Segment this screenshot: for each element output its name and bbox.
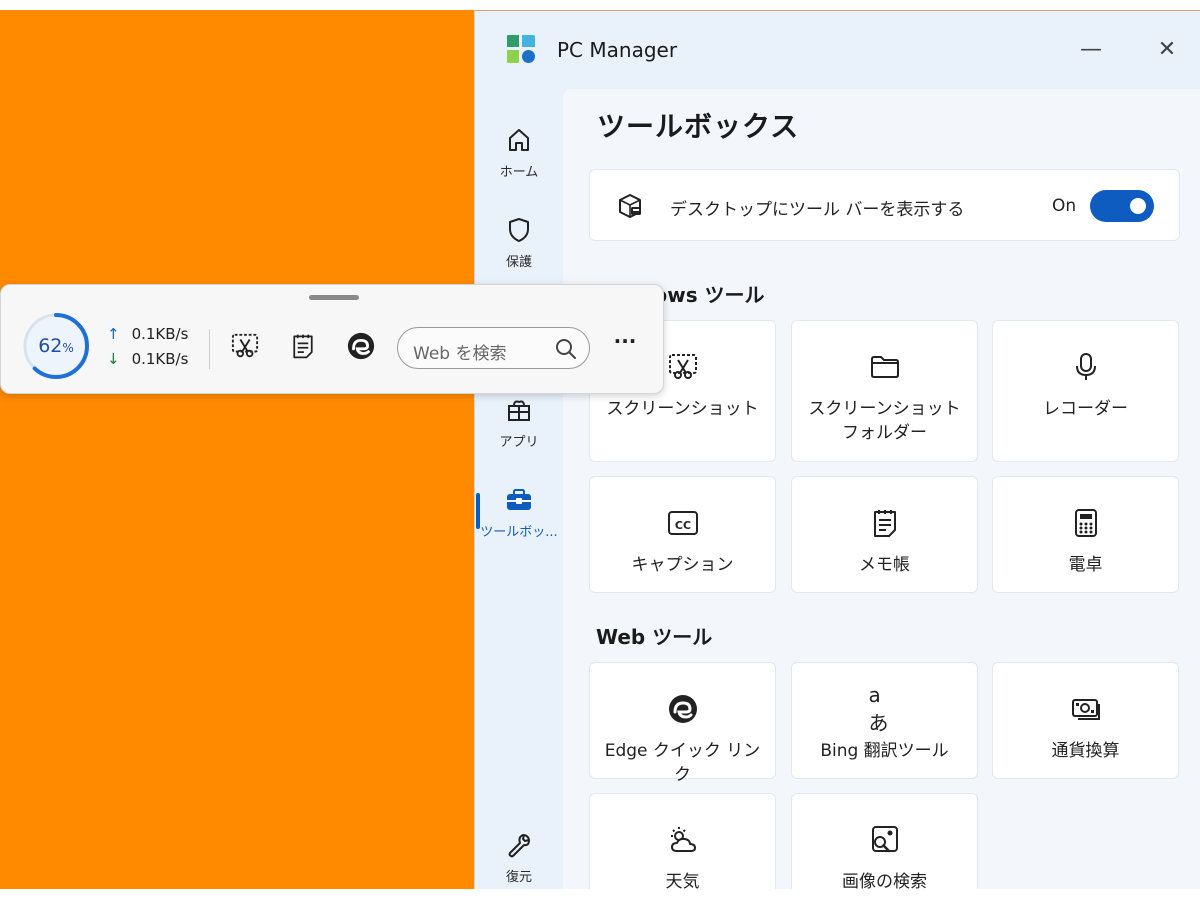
drag-handle[interactable]: [309, 295, 359, 300]
web-search-input[interactable]: Web を検索: [397, 327, 590, 369]
pc-manager-window: PC Manager — ✕ ホーム 保護 アプリ ツールボッ... 復元 ツー…: [474, 10, 1200, 889]
tool-label: レコーダー: [1043, 399, 1128, 419]
tool-label: メモ帳: [859, 555, 910, 575]
show-toolbar-label: デスクトップにツール バーを表示する: [670, 200, 965, 220]
upload-speed: ↑ 0.1KB/s: [107, 325, 189, 343]
tool-recorder[interactable]: レコーダー: [992, 320, 1179, 462]
web-tools-heading: Web ツール: [596, 625, 713, 649]
sidebar-nav: ホーム 保護 アプリ ツールボッ... 復元: [475, 89, 563, 889]
tool-label: 画像の検索: [842, 872, 927, 889]
pc-manager-logo-icon: [505, 33, 537, 65]
arrow-down-icon: ↓: [107, 350, 120, 368]
sidebar-item-apps[interactable]: アプリ: [475, 389, 563, 469]
search-placeholder: Web を検索: [413, 344, 507, 364]
edge-icon: [667, 693, 699, 725]
apps-icon: [504, 395, 534, 425]
tool-edge-quick-links[interactable]: Edge クイック リンク: [589, 662, 776, 785]
edge-icon: [347, 332, 375, 360]
toggle-state-text: On: [1052, 196, 1077, 216]
arrow-up-icon: ↑: [107, 325, 120, 343]
weather-icon: [667, 824, 699, 856]
sidebar-item-restore[interactable]: 復元: [475, 824, 563, 889]
show-toolbar-card: デスクトップにツール バーを表示する On: [589, 169, 1180, 241]
svg-text:CC: CC: [674, 519, 690, 532]
tool-label: Bing 翻訳ツール: [820, 741, 949, 761]
more-options-button[interactable]: ···: [609, 329, 641, 359]
sidebar-item-label: ツールボッ...: [480, 525, 558, 540]
sidebar-item-label: ホーム: [499, 165, 539, 180]
shield-icon: [504, 215, 534, 245]
download-speed: ↓ 0.1KB/s: [107, 350, 189, 368]
tool-calculator[interactable]: 電卓: [992, 476, 1179, 593]
toolbox-icon: [504, 485, 534, 515]
tool-label: 天気: [665, 872, 700, 889]
tool-label: 電卓: [1068, 555, 1103, 575]
screen-bottom-margin: [0, 889, 1200, 900]
close-button[interactable]: ✕: [1147, 31, 1187, 67]
tool-caption[interactable]: CC キャプション: [589, 476, 776, 593]
tool-bing-translator[interactable]: aあ Bing 翻訳ツール: [791, 662, 978, 779]
notepad-icon: [293, 334, 313, 359]
toolbar-divider: [209, 329, 210, 369]
sidebar-item-label: アプリ: [499, 435, 539, 450]
tool-image-search[interactable]: 画像の検索: [791, 793, 978, 889]
toolbar-screenshot-button[interactable]: [229, 330, 261, 362]
minimize-button[interactable]: —: [1071, 31, 1111, 67]
tool-label: スクリーンショット フォルダー: [808, 399, 961, 443]
notepad-icon: [869, 507, 901, 539]
microphone-icon: [1070, 351, 1102, 383]
folder-icon: [869, 351, 901, 383]
toolbar-edge-button[interactable]: [345, 330, 377, 362]
show-toolbar-toggle[interactable]: [1090, 190, 1154, 222]
tool-notepad[interactable]: メモ帳: [791, 476, 978, 593]
calculator-icon: [1070, 507, 1102, 539]
tool-label: スクリーンショット: [606, 399, 759, 419]
toggle-knob: [1130, 198, 1146, 214]
caption-icon: CC: [667, 507, 699, 539]
screen-top-margin: [0, 0, 1200, 10]
translate-icon: aあ: [868, 682, 889, 735]
tool-weather[interactable]: 天気: [589, 793, 776, 889]
currency-icon: [1070, 693, 1102, 725]
screenshot-icon: [231, 333, 259, 358]
title-bar[interactable]: PC Manager — ✕: [475, 11, 1200, 89]
wrench-icon: [504, 830, 534, 860]
tool-label: キャプション: [631, 555, 734, 575]
main-content: ツールボックス デスクトップにツール バーを表示する On Windows ツー…: [563, 89, 1200, 889]
sidebar-item-home[interactable]: ホーム: [475, 119, 563, 199]
sidebar-item-toolbox[interactable]: ツールボッ...: [475, 479, 563, 559]
app-title: PC Manager: [557, 38, 678, 62]
tool-label: Edge クイック リンク: [604, 741, 761, 785]
page-title: ツールボックス: [597, 110, 800, 143]
desktop-toolbar-icon: [616, 192, 644, 220]
floating-desktop-toolbar[interactable]: 62% ↑ 0.1KB/s ↓ 0.1KB/s Web を検索 ···: [0, 284, 664, 394]
tool-label: 通貨換算: [1051, 741, 1120, 761]
desktop-background: [0, 10, 474, 890]
screenshot-icon: [667, 351, 699, 383]
tool-currency-converter[interactable]: 通貨換算: [992, 662, 1179, 779]
sidebar-item-label: 復元: [505, 870, 532, 885]
sidebar-item-label: 保護: [505, 255, 532, 270]
tool-screenshot-folder[interactable]: スクリーンショット フォルダー: [791, 320, 978, 462]
toolbar-notepad-button[interactable]: [287, 330, 319, 362]
memory-usage-text: 62%: [38, 335, 74, 357]
image-search-icon: [869, 824, 901, 856]
sidebar-item-protection[interactable]: 保護: [475, 209, 563, 289]
home-icon: [504, 125, 534, 155]
search-icon: [556, 339, 576, 359]
active-indicator: [476, 493, 480, 529]
